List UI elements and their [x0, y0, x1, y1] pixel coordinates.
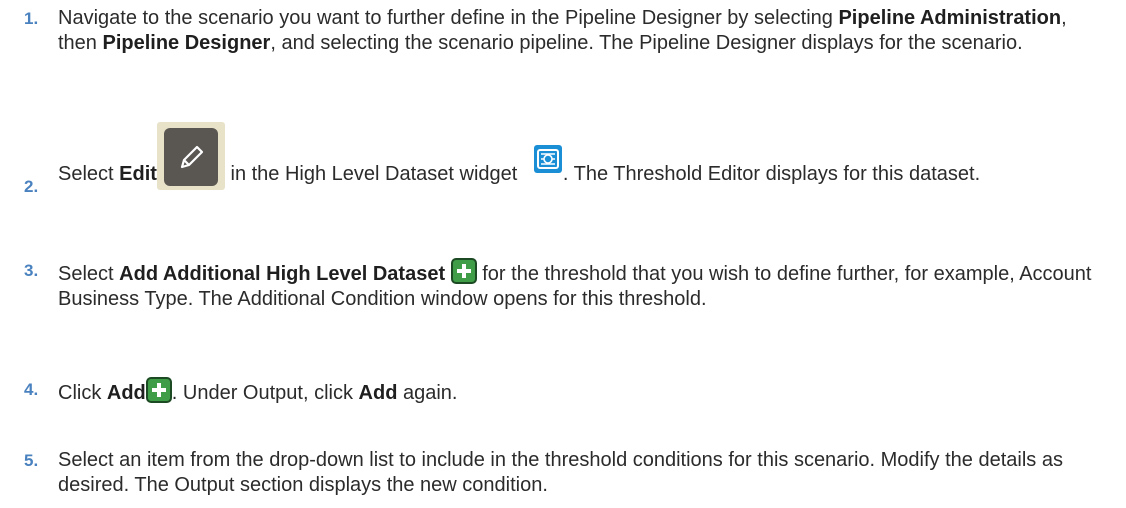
ui-term-edit: Edit: [119, 163, 157, 185]
step-text: Select an item from the drop-down list t…: [58, 449, 1063, 496]
step-number: 1.: [24, 9, 39, 28]
high-level-dataset-widget-icon: [533, 144, 563, 174]
step-number: 2.: [24, 177, 39, 196]
ui-term-add: Add: [106, 382, 146, 404]
step-number: 5.: [24, 451, 39, 470]
ui-term-pipeline-designer: Pipeline Designer: [102, 32, 271, 54]
ui-term-pipeline-administration: Pipeline Administration: [838, 7, 1062, 29]
step-text: Navigate to the scenario you want to fur…: [58, 7, 1067, 54]
pencil-edit-icon: [156, 122, 225, 190]
procedure-steps: 1. Navigate to the scenario you want to …: [0, 0, 1126, 508]
step-text: Click Add. Under Output, click Add again…: [58, 377, 1108, 406]
ui-term-add-additional-high-level-dataset: Add Additional High Level Dataset: [119, 263, 446, 285]
ui-term-add: Add: [358, 382, 398, 404]
add-plus-icon: [145, 377, 172, 403]
add-plus-icon: [450, 258, 477, 284]
step-number: 4.: [24, 380, 39, 399]
step-text: Select Edit in the High Level Dataset wi…: [58, 122, 1108, 190]
step-text: Select Add Additional High Level Dataset…: [58, 258, 1108, 312]
step-number: 3.: [24, 261, 39, 280]
